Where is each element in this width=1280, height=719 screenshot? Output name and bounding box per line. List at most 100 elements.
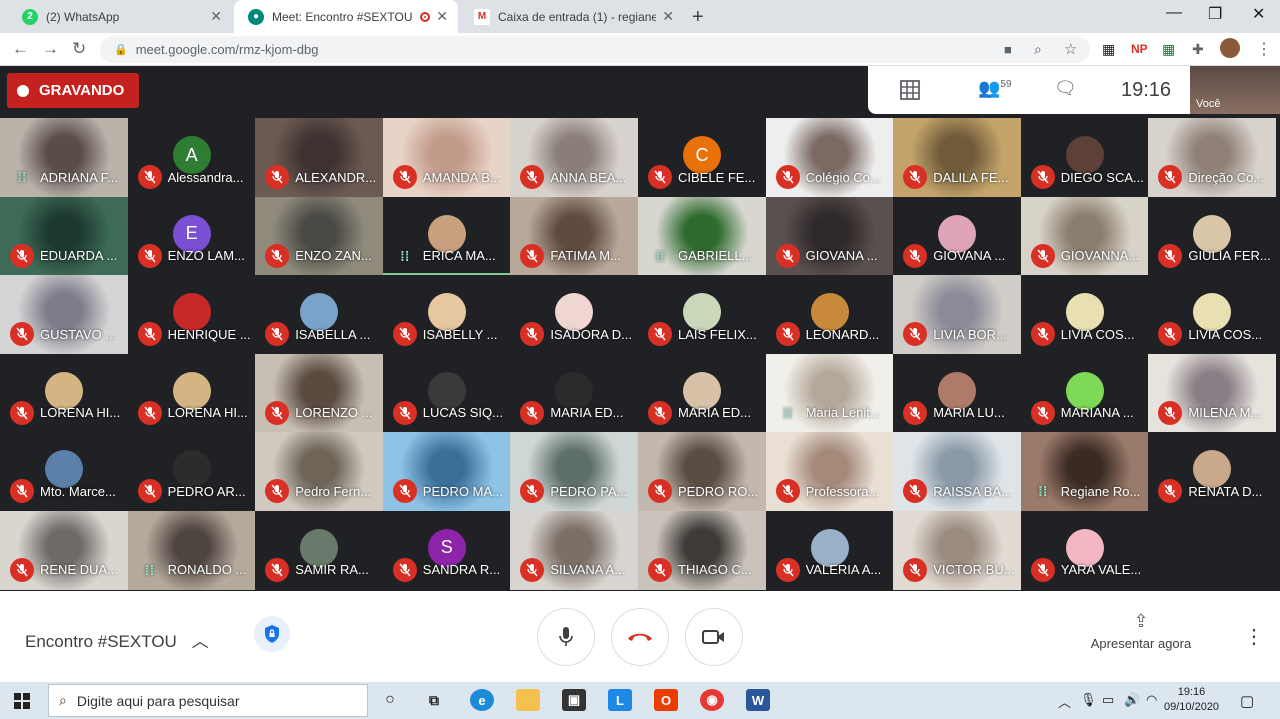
participant-tile[interactable]: LAÍS FELIX... bbox=[638, 275, 766, 354]
participant-tile[interactable]: EDUARDA ... bbox=[0, 196, 128, 276]
network-icon[interactable]: ◠ bbox=[1146, 692, 1157, 708]
participant-tile[interactable]: LIVIA COS... bbox=[1148, 275, 1277, 354]
microphone-tray-icon[interactable]: 🎙 bbox=[1080, 692, 1097, 708]
notifications-icon[interactable]: ▢ bbox=[1240, 692, 1254, 710]
participant-tile[interactable]: VICTOR BU... bbox=[893, 510, 1022, 590]
present-now-button[interactable]: ⇪ Apresentar agora bbox=[1080, 611, 1202, 651]
extension-grid-icon[interactable]: ▦ bbox=[1102, 41, 1115, 58]
show-hidden-icons[interactable]: ︿ bbox=[1058, 692, 1071, 711]
participant-tile[interactable]: AMANDA B... bbox=[382, 118, 511, 197]
participant-tile[interactable]: DIEGO SCA... bbox=[1020, 118, 1149, 197]
new-tab-button[interactable]: + bbox=[692, 6, 704, 29]
profile-avatar[interactable] bbox=[1220, 38, 1240, 58]
camera-icon[interactable]: ■ bbox=[1004, 42, 1012, 57]
participant-tile[interactable]: PEDRO RO... bbox=[638, 432, 766, 511]
participant-tile[interactable]: THIAGO C... bbox=[638, 510, 766, 590]
taskbar-clock[interactable]: 19:16 09/10/2020 bbox=[1164, 685, 1219, 715]
participant-tile[interactable]: GIOVANNA... bbox=[1020, 196, 1149, 276]
app-l-icon[interactable]: L bbox=[608, 689, 632, 711]
participant-tile[interactable]: GUSTAVO ... bbox=[0, 275, 128, 354]
participant-tile[interactable]: PEDRO AR... bbox=[127, 432, 256, 511]
participant-tile[interactable]: LORENA HI... bbox=[127, 353, 256, 433]
chat-icon[interactable]: 🗨 bbox=[1054, 78, 1077, 99]
close-icon[interactable]: ✕ bbox=[436, 8, 448, 25]
meeting-details-button[interactable]: Encontro #SEXTOU ︿ bbox=[25, 627, 209, 652]
bookmark-star-icon[interactable]: ☆ bbox=[1064, 40, 1077, 58]
participant-tile[interactable]: FATIMA M... bbox=[510, 196, 639, 276]
participant-tile[interactable]: MARIANA ... bbox=[1020, 353, 1149, 433]
close-icon[interactable]: ✕ bbox=[210, 8, 222, 25]
host-controls-shield-icon[interactable] bbox=[254, 616, 290, 652]
participant-tile[interactable]: RENATA D... bbox=[1148, 432, 1277, 511]
participant-tile[interactable]: RENE DUA... bbox=[0, 510, 128, 590]
participant-tile[interactable]: LIVIA COS... bbox=[1020, 275, 1149, 354]
participant-tile[interactable]: HENRIQUE ... bbox=[127, 275, 256, 354]
leave-call-button[interactable] bbox=[611, 608, 669, 666]
participant-tile[interactable]: GIOVANA ... bbox=[893, 196, 1022, 276]
participant-tile[interactable]: DALILA FE... bbox=[893, 118, 1022, 197]
participant-tile[interactable]: Professora... bbox=[765, 432, 894, 511]
more-options-icon[interactable]: ⋮ bbox=[1244, 624, 1264, 649]
battery-icon[interactable]: ▭ bbox=[1102, 692, 1114, 708]
close-window-button[interactable]: ✕ bbox=[1252, 4, 1265, 24]
participant-tile[interactable]: LORENA HI... bbox=[0, 353, 128, 433]
participant-tile[interactable]: Pedro Fern... bbox=[255, 432, 384, 511]
zoom-icon[interactable]: ⌕ bbox=[1034, 41, 1042, 58]
edge-icon[interactable]: e bbox=[470, 689, 494, 711]
participant-tile[interactable]: Direção Co... bbox=[1148, 118, 1277, 197]
participant-tile[interactable]: YARA VALE... bbox=[1020, 510, 1149, 590]
participant-tile[interactable]: Colégio Co... bbox=[765, 118, 894, 197]
participant-tile[interactable]: ISADORA D... bbox=[510, 275, 639, 354]
participant-tile[interactable]: SAMIR RA... bbox=[255, 510, 384, 590]
participant-tile[interactable]: LUCAS SIQ... bbox=[382, 353, 511, 433]
participant-tile[interactable]: C CIBELE FE... bbox=[638, 118, 766, 197]
participant-tile[interactable]: MARIA LU... bbox=[893, 353, 1022, 433]
participant-tile[interactable]: A Alessandra... bbox=[127, 118, 256, 197]
participant-tile[interactable]: SILVANA A... bbox=[510, 510, 639, 590]
taskbar-search-box[interactable]: ⌕ Digite aqui para pesquisar bbox=[48, 684, 368, 717]
self-view[interactable]: Você bbox=[1190, 66, 1280, 114]
tab-gmail[interactable]: M Caixa de entrada (1) - regiane@c ✕ bbox=[460, 0, 684, 33]
task-view-icon[interactable]: ⧉ bbox=[422, 689, 446, 711]
windows-start-icon[interactable] bbox=[14, 693, 30, 709]
sheets-extension-icon[interactable]: ▦ bbox=[1162, 41, 1175, 58]
np-extension-icon[interactable]: NP bbox=[1131, 42, 1148, 56]
participant-tile[interactable]: VALERIA A... bbox=[765, 510, 894, 590]
participant-tile[interactable]: MARIA ED... bbox=[510, 353, 639, 433]
close-icon[interactable]: ✕ bbox=[662, 8, 674, 25]
participant-tile[interactable]: ALEXANDR... bbox=[255, 118, 384, 197]
reload-button[interactable]: ↻ bbox=[72, 39, 86, 59]
participant-tile[interactable]: ⁞⁞ ERICA MA... bbox=[382, 196, 511, 276]
forward-button[interactable]: → bbox=[42, 39, 59, 59]
participant-tile[interactable]: ⁞⁞ Regiane Ro... bbox=[1020, 432, 1149, 511]
participant-tile[interactable]: LORENZO ... bbox=[255, 353, 384, 433]
layout-grid-icon[interactable] bbox=[900, 80, 920, 100]
address-bar[interactable]: 🔒 meet.google.com/rmz-kjom-dbg bbox=[100, 36, 1090, 63]
participant-tile[interactable]: ⁞⁞ GABRIELL... bbox=[638, 196, 766, 276]
participant-tile[interactable]: ISABELLA ... bbox=[255, 275, 384, 354]
participant-tile[interactable]: S SANDRA R... bbox=[382, 510, 511, 590]
microphone-button[interactable] bbox=[537, 608, 595, 666]
participant-tile[interactable]: LIVIA BOR... bbox=[893, 275, 1022, 354]
participant-tile[interactable]: ⁞⁞ Maria Lenit... bbox=[765, 353, 894, 433]
participants-button[interactable]: 👥59 bbox=[978, 78, 1012, 99]
maximize-button[interactable]: ❐ bbox=[1208, 4, 1222, 24]
participant-tile[interactable]: ⁞⁞ ADRIANA F... bbox=[0, 118, 128, 197]
participant-tile[interactable]: PEDRO MA... bbox=[382, 432, 511, 511]
cortana-icon[interactable]: ○ bbox=[378, 689, 402, 711]
participant-tile[interactable]: ISABELLY ... bbox=[382, 275, 511, 354]
participant-tile[interactable]: RAISSA BA... bbox=[893, 432, 1022, 511]
participant-tile[interactable]: Mto. Marce... bbox=[0, 432, 128, 511]
participant-tile[interactable]: LEONARD... bbox=[765, 275, 894, 354]
camera-button[interactable] bbox=[685, 608, 743, 666]
participant-tile[interactable]: MILENA M... bbox=[1148, 353, 1277, 433]
chrome-menu-icon[interactable]: ⋮ bbox=[1256, 39, 1272, 59]
file-explorer-icon[interactable] bbox=[516, 689, 540, 711]
tab-meet[interactable]: ● Meet: Encontro #SEXTOU ✕ bbox=[234, 0, 458, 33]
tab-whatsapp[interactable]: 2 (2) WhatsApp ✕ bbox=[8, 0, 232, 33]
participant-tile[interactable]: GIULIA FER... bbox=[1148, 196, 1277, 276]
participant-tile[interactable]: PEDRO PA... bbox=[510, 432, 639, 511]
office-icon[interactable]: O bbox=[654, 689, 678, 711]
participant-tile[interactable]: MARIA ED... bbox=[638, 353, 766, 433]
word-icon[interactable]: W bbox=[746, 689, 770, 711]
